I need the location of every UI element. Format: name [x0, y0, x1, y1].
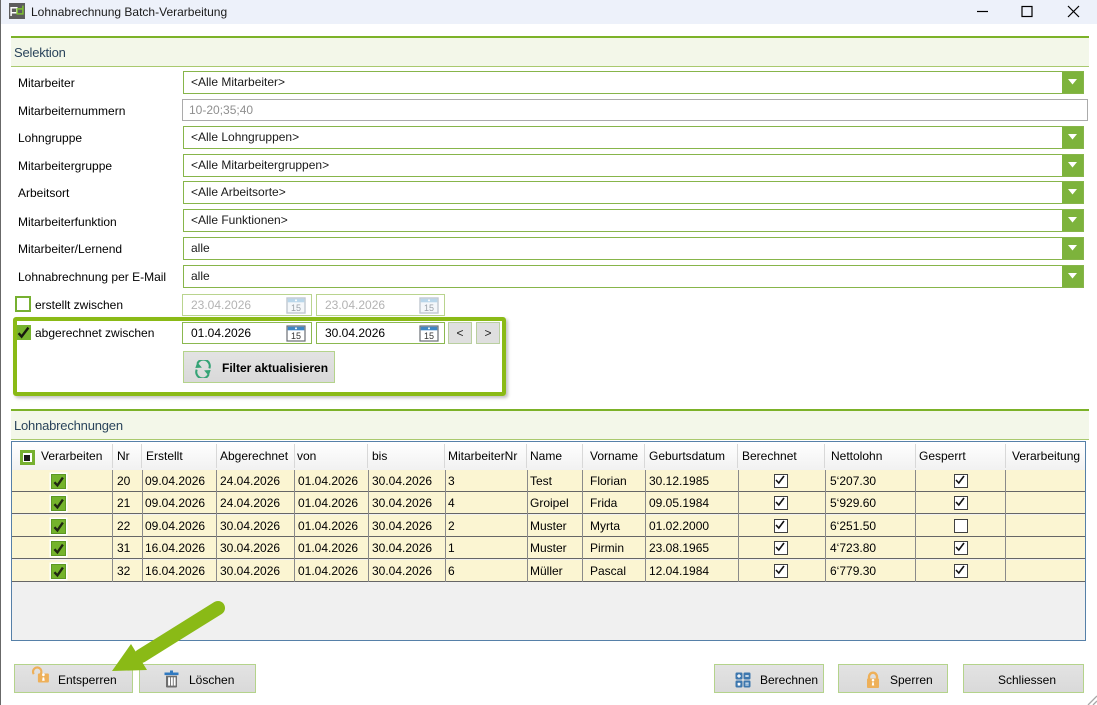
svg-text:15: 15	[291, 303, 301, 313]
svg-text:15: 15	[424, 303, 434, 313]
